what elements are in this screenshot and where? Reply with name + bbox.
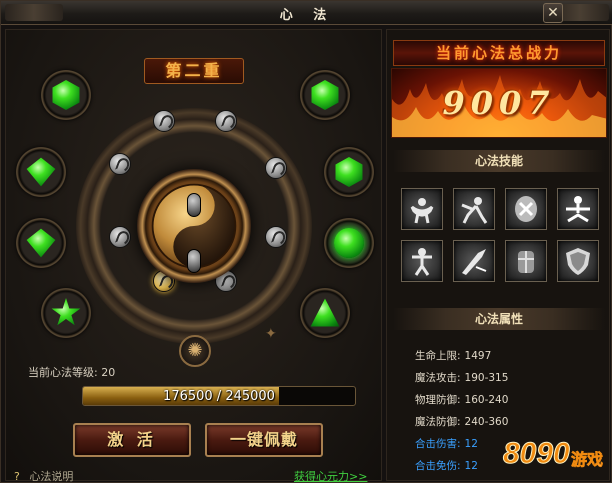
defense-shield-icon-glyph xyxy=(566,248,590,275)
meridian-node-2[interactable] xyxy=(215,110,237,132)
help-icon[interactable]: ? xyxy=(14,470,20,483)
green-gem-icon xyxy=(310,298,340,327)
window-title: 心 法 xyxy=(279,8,335,23)
yang-node-lower[interactable] xyxy=(187,249,201,273)
attribute-label: 魔法防御: xyxy=(415,416,461,428)
meridian-panel: 第二重 ✦ ✺ 当前心法等级: 20 176500 / 245000 激 活 一… xyxy=(5,29,383,483)
stats-panel: 当前心法总战力 9007 心法技能 心法属性 生命上限: 1497 魔法攻击: 190… xyxy=(386,29,610,481)
yin-node-upper[interactable] xyxy=(187,193,201,217)
level-label: 当前心法等级: xyxy=(28,366,98,379)
meridian-node-6[interactable] xyxy=(265,226,287,248)
attribute-value: 1497 xyxy=(464,350,492,362)
green-gem-icon xyxy=(26,157,56,187)
heart-method-window: 心 法 ✕ 第二重 ✦ ✺ 当前心法等级: 20 176500 / 245000… xyxy=(0,0,612,483)
level-row: 当前心法等级: 20 xyxy=(28,364,115,380)
attribute-row: 生命上限: 1497 xyxy=(415,348,491,363)
watermark-logo: 8090 游戏 xyxy=(503,437,604,471)
meridian-board: 第二重 ✦ ✺ xyxy=(6,30,383,370)
green-gem-icon xyxy=(334,228,364,258)
gem-slot-top-left[interactable] xyxy=(41,70,91,120)
attribute-row: 合击免伤: 12 xyxy=(415,458,478,473)
help-link[interactable]: 心法说明 xyxy=(29,470,73,483)
power-display: 9007 xyxy=(391,68,607,138)
charge-attack-icon[interactable] xyxy=(453,240,495,282)
gem-slot-mid-right-2[interactable] xyxy=(324,218,374,268)
attribute-label: 生命上限: xyxy=(415,350,461,362)
martial-arts-icon-glyph xyxy=(461,197,488,224)
svg-text:游戏: 游戏 xyxy=(571,450,603,469)
seal-emblem-icon[interactable]: ✺ xyxy=(179,335,211,367)
strength-pose-icon-glyph xyxy=(410,198,434,224)
martial-arts-icon[interactable] xyxy=(453,188,495,230)
attribute-label: 合击免伤: xyxy=(415,460,461,472)
defense-shield-icon[interactable] xyxy=(557,240,599,282)
power-value: 9007 xyxy=(442,84,556,122)
attribute-row: 物理防御: 160-240 xyxy=(415,392,508,407)
title-bar: 心 法 ✕ xyxy=(1,1,612,25)
green-gem-icon xyxy=(26,228,56,258)
attribute-label: 魔法攻击: xyxy=(415,372,461,384)
gem-slot-mid-left-2[interactable] xyxy=(16,218,66,268)
star-ornament-icon: ✦ xyxy=(265,326,277,342)
meditation-icon[interactable] xyxy=(557,188,599,230)
green-gem-icon xyxy=(335,157,363,187)
attribute-value: 12 xyxy=(464,460,478,472)
gem-slot-mid-right-1[interactable] xyxy=(324,147,374,197)
equip-all-button[interactable]: 一键佩戴 xyxy=(205,423,323,457)
attribute-row: 合击伤害: 12 xyxy=(415,436,478,451)
gem-slot-bottom-left[interactable] xyxy=(41,288,91,338)
strength-pose-icon[interactable] xyxy=(401,188,443,230)
meridian-node-3[interactable] xyxy=(109,153,131,175)
gain-power-link[interactable]: 获得心元力>> xyxy=(294,468,367,483)
shield-fist-icon[interactable] xyxy=(505,188,547,230)
gem-slot-bottom-right[interactable] xyxy=(300,288,350,338)
armor-guard-icon-glyph xyxy=(518,251,534,273)
warrior-stance-icon[interactable] xyxy=(401,240,443,282)
shield-fist-icon-glyph xyxy=(515,196,537,222)
charge-attack-icon-glyph xyxy=(462,249,487,275)
meditation-icon-glyph xyxy=(566,196,590,223)
warrior-stance-icon-glyph xyxy=(412,248,432,276)
attribute-value: 160-240 xyxy=(464,394,509,406)
green-gem-icon xyxy=(51,298,81,326)
green-gem-icon xyxy=(52,80,80,110)
attribute-label: 物理防御: xyxy=(415,394,461,406)
meridian-node-5[interactable] xyxy=(109,226,131,248)
xp-text: 176500 / 245000 xyxy=(163,389,275,404)
gem-slot-top-right[interactable] xyxy=(300,70,350,120)
xp-bar: 176500 / 245000 xyxy=(82,386,356,406)
meridian-node-1[interactable] xyxy=(153,110,175,132)
attribute-row: 魔法攻击: 190-315 xyxy=(415,370,508,385)
armor-guard-icon[interactable] xyxy=(505,240,547,282)
activate-button[interactable]: 激 活 xyxy=(73,423,191,457)
close-button[interactable]: ✕ xyxy=(543,3,563,23)
svg-text:8090: 8090 xyxy=(503,437,570,470)
level-value: 20 xyxy=(101,366,116,379)
skills-section-title: 心法技能 xyxy=(393,150,605,172)
attributes-section-title: 心法属性 xyxy=(393,308,605,330)
attribute-value: 12 xyxy=(464,438,478,450)
gem-slot-mid-left-1[interactable] xyxy=(16,147,66,197)
tier-banner: 第二重 xyxy=(144,58,244,84)
attribute-value: 190-315 xyxy=(464,372,509,384)
green-gem-icon xyxy=(311,80,339,110)
attribute-label: 合击伤害: xyxy=(415,438,461,450)
power-title: 当前心法总战力 xyxy=(393,40,605,66)
help-row: ? 心法说明 xyxy=(14,468,73,483)
meridian-node-4[interactable] xyxy=(265,157,287,179)
attribute-row: 魔法防御: 240-360 xyxy=(415,414,508,429)
